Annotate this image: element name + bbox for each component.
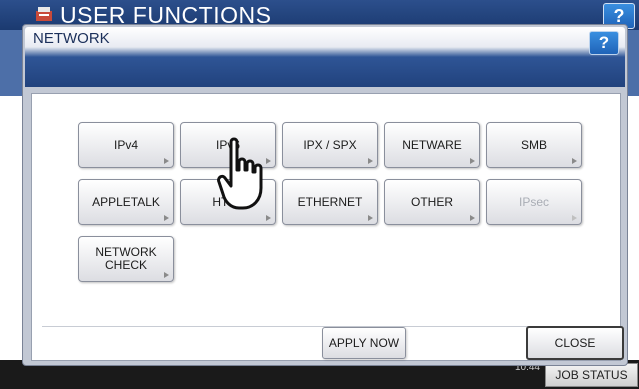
dialog-body: IPv4 IPv6 IPX / SPX NETWARE SMB APPLETAL… (31, 93, 624, 361)
network-dialog: NETWORK ? IPv4 IPv6 IPX / SPX NETWARE SM… (22, 24, 628, 366)
apply-now-button[interactable]: APPLY NOW (322, 327, 406, 359)
ipv4-label: IPv4 (113, 137, 138, 152)
other-button[interactable]: OTHER (384, 179, 480, 225)
appletalk-button[interactable]: APPLETALK (78, 179, 174, 225)
other-label: OTHER (411, 194, 453, 209)
arrow-right-icon (164, 215, 169, 221)
ipsec-label: IPsec (518, 194, 549, 209)
netware-button[interactable]: NETWARE (384, 122, 480, 168)
smb-button[interactable]: SMB (486, 122, 582, 168)
network-check-button[interactable]: NETWORK CHECK (78, 236, 174, 282)
smb-label: SMB (520, 137, 547, 152)
arrow-right-icon (164, 158, 169, 164)
user-functions-icon (36, 7, 52, 21)
ipv4-button[interactable]: IPv4 (78, 122, 174, 168)
job-status-button[interactable]: JOB STATUS (545, 363, 638, 387)
dialog-header: NETWORK ? (25, 27, 625, 87)
arrow-right-icon (470, 215, 475, 221)
ipsec-button: IPsec (486, 179, 582, 225)
dialog-title: NETWORK (33, 30, 110, 47)
ipx-spx-button[interactable]: IPX / SPX (282, 122, 378, 168)
close-button[interactable]: CLOSE (526, 326, 624, 360)
arrow-right-icon (368, 215, 373, 221)
arrow-right-icon (470, 158, 475, 164)
arrow-right-icon (164, 272, 169, 278)
arrow-right-icon (572, 215, 577, 221)
arrow-right-icon (572, 158, 577, 164)
ipx-spx-label: IPX / SPX (303, 137, 357, 152)
ethernet-label: ETHERNET (297, 194, 363, 209)
help-button[interactable]: ? (589, 31, 619, 55)
ethernet-button[interactable]: ETHERNET (282, 179, 378, 225)
netware-label: NETWARE (402, 137, 462, 152)
arrow-right-icon (368, 158, 373, 164)
pointing-hand-icon (217, 137, 263, 210)
network-check-label: NETWORK CHECK (95, 245, 157, 272)
appletalk-label: APPLETALK (92, 194, 160, 209)
